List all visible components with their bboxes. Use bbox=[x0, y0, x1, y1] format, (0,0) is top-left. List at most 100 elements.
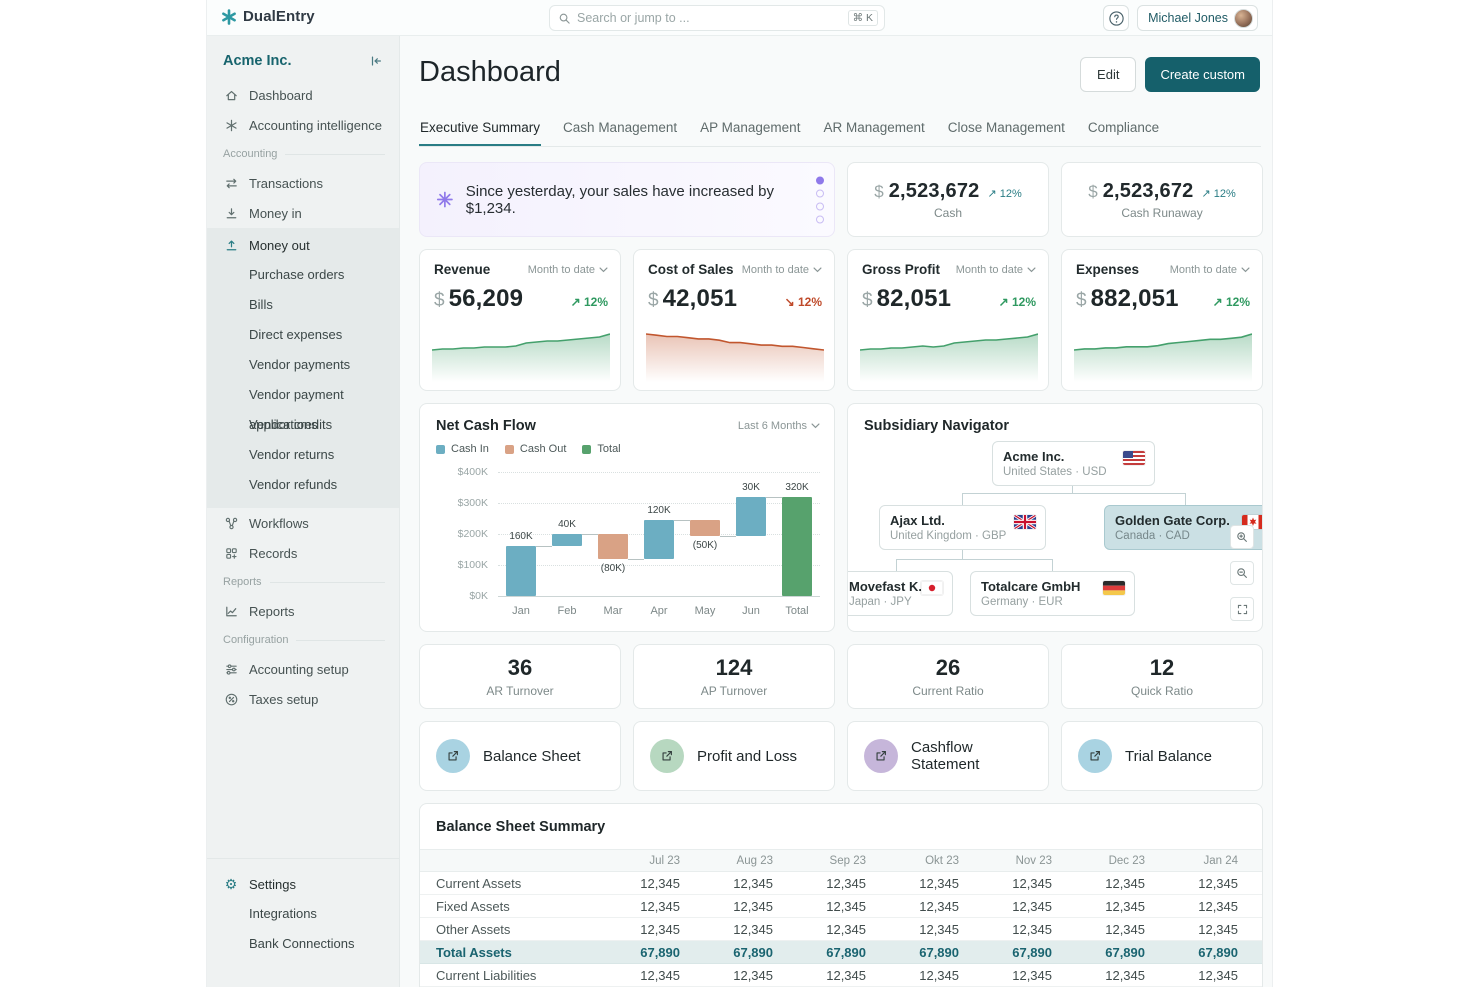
balance-sheet-summary-panel: Balance Sheet Summary Jul 23Aug 23Sep 23… bbox=[419, 803, 1263, 987]
bar-value-label: 120K bbox=[636, 505, 682, 516]
balance-sheet-table: Jul 23Aug 23Sep 23Okt 23Nov 23Dec 23Jan … bbox=[420, 849, 1262, 987]
org-node-movefast[interactable]: Movefast K.K. Japan · JPY bbox=[847, 571, 953, 616]
currency-symbol: $ bbox=[874, 182, 883, 202]
search-shortcut-badge: ⌘ K bbox=[848, 10, 878, 26]
kpi-delta: ↗ 12% bbox=[987, 187, 1021, 200]
sidebar-item-reports[interactable]: Reports bbox=[207, 596, 399, 626]
carousel-dot[interactable] bbox=[816, 189, 824, 197]
sidebar-item-accounting-intelligence[interactable]: Accounting intelligence bbox=[207, 110, 399, 140]
metric-value: 882,051 bbox=[1091, 285, 1179, 313]
org-switcher[interactable]: Acme Inc. bbox=[223, 53, 292, 69]
cell-value: 67,890 bbox=[1159, 941, 1252, 964]
sidebar-item-workflows[interactable]: Workflows bbox=[207, 508, 399, 538]
tab-ar-management[interactable]: AR Management bbox=[822, 118, 925, 146]
metric-delta: ↗ 12% bbox=[999, 295, 1036, 309]
chevron-down-icon bbox=[599, 267, 608, 273]
column-header-aug-23: Aug 23 bbox=[694, 850, 787, 872]
money-out-icon bbox=[223, 237, 239, 253]
carousel-dot[interactable] bbox=[816, 215, 824, 223]
edit-button[interactable]: Edit bbox=[1080, 57, 1136, 92]
fullscreen-button[interactable] bbox=[1230, 597, 1254, 621]
search-input[interactable]: Search or jump to ... ⌘ K bbox=[549, 5, 885, 31]
external-link-icon bbox=[650, 739, 684, 773]
report-link-cashflow-statement[interactable]: Cashflow Statement bbox=[847, 721, 1049, 791]
metric-range-dropdown[interactable]: Month to date bbox=[956, 264, 1036, 276]
sidebar-subitem-purchase-orders[interactable]: Purchase orders bbox=[207, 260, 399, 290]
tab-executive-summary[interactable]: Executive Summary bbox=[419, 118, 541, 146]
tab-ap-management[interactable]: AP Management bbox=[699, 118, 801, 146]
sidebar-item-integrations[interactable]: Integrations bbox=[207, 899, 399, 929]
sidebar-collapse-button[interactable] bbox=[367, 52, 385, 70]
report-link-profit-and-loss[interactable]: Profit and Loss bbox=[633, 721, 835, 791]
logo-text: DualEntry bbox=[243, 8, 315, 25]
sidebar-item-label: Settings bbox=[249, 877, 296, 892]
logo[interactable]: DualEntry bbox=[221, 8, 315, 25]
user-menu-button[interactable]: Michael Jones bbox=[1137, 5, 1258, 31]
sidebar-item-dashboard[interactable]: Dashboard bbox=[207, 80, 399, 110]
workflow-icon bbox=[223, 515, 239, 531]
sidebar-subitem-vendor-credits[interactable]: Vendor credits bbox=[207, 410, 399, 440]
org-node-ajax[interactable]: Ajax Ltd. United Kingdom · GBP bbox=[879, 505, 1046, 550]
tab-cash-management[interactable]: Cash Management bbox=[562, 118, 678, 146]
metric-range-dropdown[interactable]: Month to date bbox=[1170, 264, 1250, 276]
x-axis-label: Total bbox=[774, 605, 820, 617]
row-label: Other Assets bbox=[420, 918, 601, 941]
ai-insight-banner[interactable]: Since yesterday, your sales have increas… bbox=[419, 162, 835, 237]
carousel-dot[interactable] bbox=[816, 202, 824, 210]
gridline bbox=[498, 565, 820, 566]
sidebar-subitem-vendor-payments[interactable]: Vendor payments bbox=[207, 350, 399, 380]
tab-close-management[interactable]: Close Management bbox=[947, 118, 1066, 146]
create-custom-button[interactable]: Create custom bbox=[1145, 57, 1260, 92]
sidebar-subitem-bills[interactable]: Bills bbox=[207, 290, 399, 320]
ratio-label: AR Turnover bbox=[486, 684, 553, 698]
avatar bbox=[1234, 9, 1253, 28]
report-link-trial-balance[interactable]: Trial Balance bbox=[1061, 721, 1263, 791]
metric-card-cost-of-sales: Cost of SalesMonth to date$42,051↘ 12% bbox=[633, 249, 835, 391]
zoom-out-button[interactable] bbox=[1230, 561, 1254, 585]
cell-value: 12,345 bbox=[601, 964, 694, 987]
carousel-dot[interactable] bbox=[816, 176, 824, 184]
metric-title: Cost of Sales bbox=[648, 262, 734, 277]
metric-card-gross-profit: Gross ProfitMonth to date$82,051↗ 12% bbox=[847, 249, 1049, 391]
cell-value: 12,345 bbox=[973, 895, 1066, 918]
column-header-dec-23: Dec 23 bbox=[1066, 850, 1159, 872]
sidebar-item-settings[interactable]: ⚙ Settings bbox=[207, 869, 399, 899]
balance-sheet-table-scroll[interactable]: Jul 23Aug 23Sep 23Okt 23Nov 23Dec 23Jan … bbox=[420, 849, 1262, 987]
banner-carousel-dots bbox=[816, 176, 824, 223]
cell-value: 12,345 bbox=[601, 918, 694, 941]
tab-compliance[interactable]: Compliance bbox=[1087, 118, 1160, 146]
sidebar-subitem-vendor-payment-applications[interactable]: Vendor payment applications bbox=[207, 380, 399, 410]
metric-range-dropdown[interactable]: Month to date bbox=[742, 264, 822, 276]
zoom-in-button[interactable] bbox=[1230, 525, 1254, 549]
sidebar-item-taxes-setup[interactable]: Taxes setup bbox=[207, 684, 399, 714]
y-axis-tick: $100K bbox=[420, 559, 488, 571]
sidebar-subitem-vendor-returns[interactable]: Vendor returns bbox=[207, 440, 399, 470]
cell-value: 12,345 bbox=[601, 872, 694, 895]
waterfall-connector bbox=[766, 497, 782, 498]
waterfall-connector bbox=[628, 559, 644, 560]
cell-value: 12,345 bbox=[973, 964, 1066, 987]
waterfall-bar-mar bbox=[598, 534, 628, 559]
report-link-balance-sheet[interactable]: Balance Sheet bbox=[419, 721, 621, 791]
sidebar-item-bank-connections[interactable]: Bank Connections bbox=[207, 929, 399, 959]
sidebar-subitem-vendor-refunds[interactable]: Vendor refunds bbox=[207, 470, 399, 500]
sidebar-item-transactions[interactable]: Transactions bbox=[207, 168, 399, 198]
sidebar-item-accounting-setup[interactable]: Accounting setup bbox=[207, 654, 399, 684]
sidebar-item-records[interactable]: Records bbox=[207, 538, 399, 568]
metric-delta: ↗ 12% bbox=[1213, 295, 1250, 309]
sidebar-item-money-out[interactable]: Money out bbox=[207, 230, 399, 260]
help-button[interactable] bbox=[1103, 5, 1129, 31]
sidebar-item-money-in[interactable]: Money in bbox=[207, 198, 399, 228]
gear-icon: ⚙ bbox=[223, 876, 239, 892]
sidebar-subitem-direct-expenses[interactable]: Direct expenses bbox=[207, 320, 399, 350]
org-connector bbox=[962, 493, 963, 505]
org-node-totalcare[interactable]: Totalcare GmbH Germany · EUR bbox=[970, 571, 1135, 616]
org-node-acme[interactable]: Acme Inc. United States · USD bbox=[992, 441, 1155, 486]
metric-range-dropdown[interactable]: Month to date bbox=[528, 264, 608, 276]
chart-icon bbox=[223, 603, 239, 619]
org-node-region: United States · USD bbox=[1003, 466, 1144, 478]
page: DualEntry Search or jump to ... ⌘ K Mich… bbox=[0, 0, 1480, 987]
metric-card-revenue: RevenueMonth to date$56,209↗ 12% bbox=[419, 249, 621, 391]
row-label: Current Assets bbox=[420, 872, 601, 895]
cell-value: 12,345 bbox=[973, 872, 1066, 895]
